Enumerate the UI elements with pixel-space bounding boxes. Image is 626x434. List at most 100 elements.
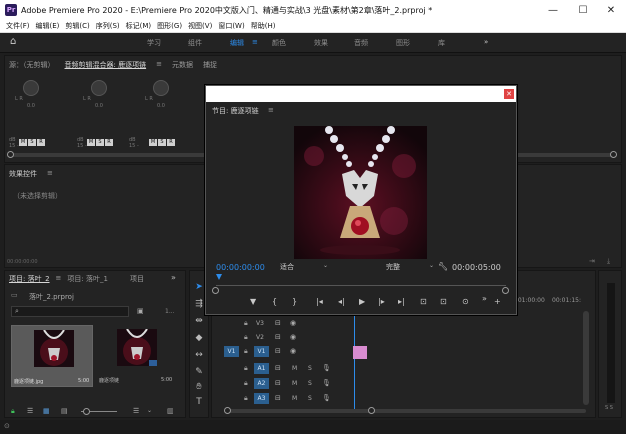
sync-lock-icon[interactable]: ⊟ — [275, 347, 281, 355]
menu-graphics[interactable]: 图形(G) — [157, 21, 182, 31]
scrub-end-handle[interactable] — [502, 287, 509, 294]
track-lock-icon[interactable]: 🔒︎ — [244, 347, 248, 356]
floating-window-titlebar[interactable]: ✕ — [206, 86, 516, 102]
scroll-handle-right[interactable] — [610, 151, 617, 158]
tab-project[interactable]: 项目 — [130, 274, 144, 284]
track-lock-icon[interactable]: 🔒︎ — [244, 364, 248, 373]
go-to-out-icon[interactable]: ▸| — [398, 297, 405, 306]
tab-project-menu-icon[interactable]: ≡ — [56, 274, 62, 284]
mute-button[interactable]: M — [292, 395, 297, 402]
minimize-button[interactable]: — — [538, 0, 568, 20]
workspace-learning[interactable]: 学习 — [147, 38, 161, 48]
extract-icon[interactable]: ⊡ — [440, 297, 447, 306]
tab-source[interactable]: 源：（无剪辑） — [9, 60, 55, 70]
menu-window[interactable]: 窗口(W) — [218, 21, 244, 31]
selection-tool-icon[interactable]: ➤ — [193, 281, 205, 293]
workspace-editing-menu-icon[interactable]: ≡ — [252, 38, 258, 46]
track-label-a1[interactable]: A1 — [254, 363, 269, 374]
program-timecode[interactable]: 00:00:00:00 — [216, 263, 265, 272]
workspace-editing[interactable]: 编辑 — [230, 38, 244, 48]
track-lock-icon[interactable]: 🔒︎ — [244, 394, 248, 403]
scroll-handle-right[interactable] — [368, 407, 375, 414]
menu-edit[interactable]: 编辑(E) — [36, 21, 60, 31]
voiceover-icon[interactable]: 🎙︎ — [322, 379, 331, 387]
settings-icon[interactable]: ⤓ — [607, 257, 610, 266]
workspace-assembly[interactable]: 组件 — [188, 38, 202, 48]
menu-clip[interactable]: 剪辑(C) — [65, 21, 89, 31]
type-tool-icon[interactable]: T — [193, 396, 205, 408]
workspace-more-icon[interactable]: » — [484, 38, 488, 46]
export-icon[interactable]: ⇥ — [589, 257, 595, 265]
fit-dropdown[interactable]: 适合 ⌄ — [280, 262, 328, 272]
voiceover-icon[interactable]: 🎙︎ — [322, 364, 331, 372]
pan-knob[interactable] — [91, 80, 107, 96]
project-search-input[interactable]: ⌕ — [11, 306, 129, 317]
solo-button[interactable]: S — [308, 365, 312, 372]
new-item-icon[interactable]: ▥ — [167, 407, 174, 415]
pan-knob[interactable] — [23, 80, 39, 96]
track-select-icon[interactable]: ⇶ — [193, 298, 205, 310]
export-frame-icon[interactable]: ⊙ — [462, 297, 469, 306]
scroll-handle-left[interactable] — [7, 151, 14, 158]
sync-lock-icon[interactable]: ⊟ — [275, 364, 281, 372]
hand-tool-icon[interactable]: ✋︎ — [193, 381, 205, 393]
eye-icon[interactable]: ◉ — [290, 333, 296, 341]
more-controls-icon[interactable]: » — [482, 294, 487, 303]
new-bin-icon[interactable]: ▣ — [137, 307, 144, 315]
scroll-handle-left[interactable] — [224, 407, 231, 414]
program-title[interactable]: 节目: 鹿逐项链 — [212, 106, 259, 116]
tab-project-2[interactable]: 项目: 落叶_2 — [9, 274, 50, 284]
razor-tool-icon[interactable]: ◆ — [193, 332, 205, 344]
workspace-libraries[interactable]: 库 — [438, 38, 445, 48]
track-label-v2[interactable]: V2 — [256, 334, 264, 341]
tab-project-1[interactable]: 项目: 落叶_1 — [67, 274, 108, 284]
close-button[interactable]: ✕ — [596, 0, 626, 20]
project-item[interactable]: 鹿逐项链.jpg 5:00 — [11, 325, 93, 387]
timeline-scrollbar[interactable] — [226, 409, 586, 413]
pan-knob[interactable] — [153, 80, 169, 96]
tab-audio-clip-mixer[interactable]: 音频剪辑混合器: 鹿逐项链 — [65, 60, 147, 70]
mute-button[interactable]: M — [292, 380, 297, 387]
icon-view-icon[interactable]: ▦ — [43, 407, 50, 415]
menu-help[interactable]: 帮助(H) — [251, 21, 276, 31]
solo-button[interactable]: S — [308, 380, 312, 387]
tab-menu-icon[interactable]: ≡ — [156, 60, 162, 70]
project-more-icon[interactable]: » — [171, 273, 176, 282]
menu-markers[interactable]: 标记(M) — [126, 21, 152, 31]
project-item[interactable]: 鹿逐项链 5:00 — [97, 325, 179, 387]
mark-in-icon[interactable]: { — [272, 297, 277, 306]
step-forward-icon[interactable]: |▸ — [378, 297, 385, 306]
maximize-button[interactable]: ☐ — [568, 0, 598, 20]
track-label-v3[interactable]: V3 — [256, 320, 264, 327]
menu-file[interactable]: 文件(F) — [6, 21, 30, 31]
playhead[interactable] — [354, 305, 355, 413]
workspace-graphics[interactable]: 图形 — [396, 38, 410, 48]
track-lock-icon[interactable]: 🔒︎ — [244, 379, 248, 388]
pen-tool-icon[interactable]: ✎ — [193, 366, 205, 378]
workspace-audio[interactable]: 音频 — [354, 38, 368, 48]
track-lock-icon[interactable]: 🔒︎ — [244, 333, 248, 342]
menu-view[interactable]: 视图(V) — [188, 21, 212, 31]
mark-out-icon[interactable]: } — [292, 297, 297, 306]
tab-capture[interactable]: 捕捉 — [203, 60, 217, 70]
menu-sequence[interactable]: 序列(S) — [96, 21, 120, 31]
track-label-a2[interactable]: A2 — [254, 378, 269, 389]
step-back-icon[interactable]: ◂| — [338, 297, 345, 306]
play-icon[interactable]: ▶ — [359, 297, 365, 306]
effect-controls-title[interactable]: 效果控件 — [9, 169, 37, 179]
track-lock-icon[interactable]: 🔒︎ — [244, 319, 248, 328]
go-to-in-icon[interactable]: |◂ — [316, 297, 323, 306]
quality-dropdown[interactable]: 完整 ⌄ — [386, 262, 434, 272]
button-editor-icon[interactable]: + — [494, 297, 501, 306]
mute-button[interactable]: M — [292, 365, 297, 372]
sync-lock-icon[interactable]: ⊟ — [275, 379, 281, 387]
sync-lock-icon[interactable]: ⊟ — [275, 333, 281, 341]
sort-dropdown-icon[interactable]: ⌄ — [147, 407, 152, 414]
effect-controls-menu-icon[interactable]: ≡ — [47, 169, 53, 177]
sync-lock-icon[interactable]: ⊟ — [275, 319, 281, 327]
track-label-v1[interactable]: V1 — [254, 346, 269, 357]
source-patch-v1[interactable]: V1 — [224, 346, 239, 357]
home-icon[interactable]: ⌂ — [10, 36, 24, 50]
zoom-slider-handle[interactable] — [83, 408, 90, 415]
slip-tool-icon[interactable]: ↔ — [193, 349, 205, 361]
